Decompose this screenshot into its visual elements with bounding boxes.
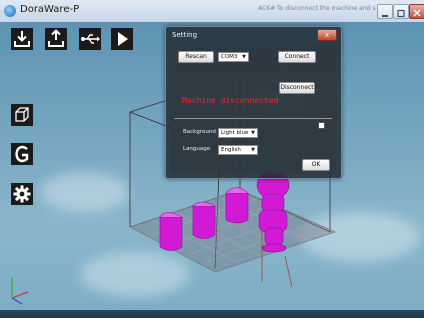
ok-button[interactable]: OK [302,159,330,171]
axis-gizmo [11,277,29,305]
export-model-icon [45,28,67,50]
settings-gear-icon [11,183,33,205]
gcode-icon [11,143,33,165]
chevron-down-icon: ▼ [251,130,255,136]
import-model-button[interactable] [11,28,33,50]
language-select-value: English [221,147,241,153]
maximize-button[interactable] [393,4,409,19]
print-start-button[interactable] [111,28,133,50]
settings-dialog: Setting x Rescan COM3 ▼ Connect Machine … [165,26,342,179]
dialog-body: Rescan COM3 ▼ Connect Machine disconnect… [170,43,336,174]
connection-status-text: Machine disconnected [182,96,279,105]
dialog-close-button[interactable]: x [317,29,337,41]
background-select[interactable]: Light blue ▼ [218,128,258,138]
chevron-down-icon: ▼ [242,54,246,60]
minimize-icon [382,15,388,17]
port-select-value: COM3 [221,54,238,60]
language-select[interactable]: English ▼ [218,145,258,155]
language-label: Language [183,146,211,152]
background-label: Background [183,129,216,135]
window-titlebar: DoraWare-P ACK# To disconnect the machin… [0,0,424,23]
settings-button[interactable] [11,183,33,205]
view-cube-icon [11,104,33,126]
export-model-button[interactable] [45,28,67,50]
view-cube-button[interactable] [11,104,33,126]
status-bar [0,310,424,318]
dialog-separator [174,118,332,119]
close-window-button[interactable] [409,4,424,19]
disconnect-button[interactable]: Disconnect [279,82,315,94]
rescan-button[interactable]: Rescan [178,51,214,63]
maximize-icon [397,9,405,18]
port-select[interactable]: COM3 ▼ [218,52,249,62]
app-logo-icon [4,5,16,17]
doraware-app: DoraWare-P ACK# To disconnect the machin… [0,0,424,318]
usb-connect-button[interactable] [79,28,101,50]
minimize-button[interactable] [377,4,393,19]
usb-icon [79,28,101,50]
titlebar-hint: ACK# To disconnect the machine and softw… [258,5,376,12]
viewport-checkbox[interactable] [318,122,325,129]
dialog-title: Setting [172,31,198,39]
background-select-value: Light blue [221,130,249,136]
gcode-button[interactable] [11,143,33,165]
connect-button[interactable]: Connect [278,51,316,63]
close-icon: x [324,31,330,39]
chevron-down-icon: ▼ [251,147,255,153]
close-icon [413,9,421,17]
import-model-icon [11,28,33,50]
window-title: DoraWare-P [20,4,80,15]
play-icon [111,28,133,50]
